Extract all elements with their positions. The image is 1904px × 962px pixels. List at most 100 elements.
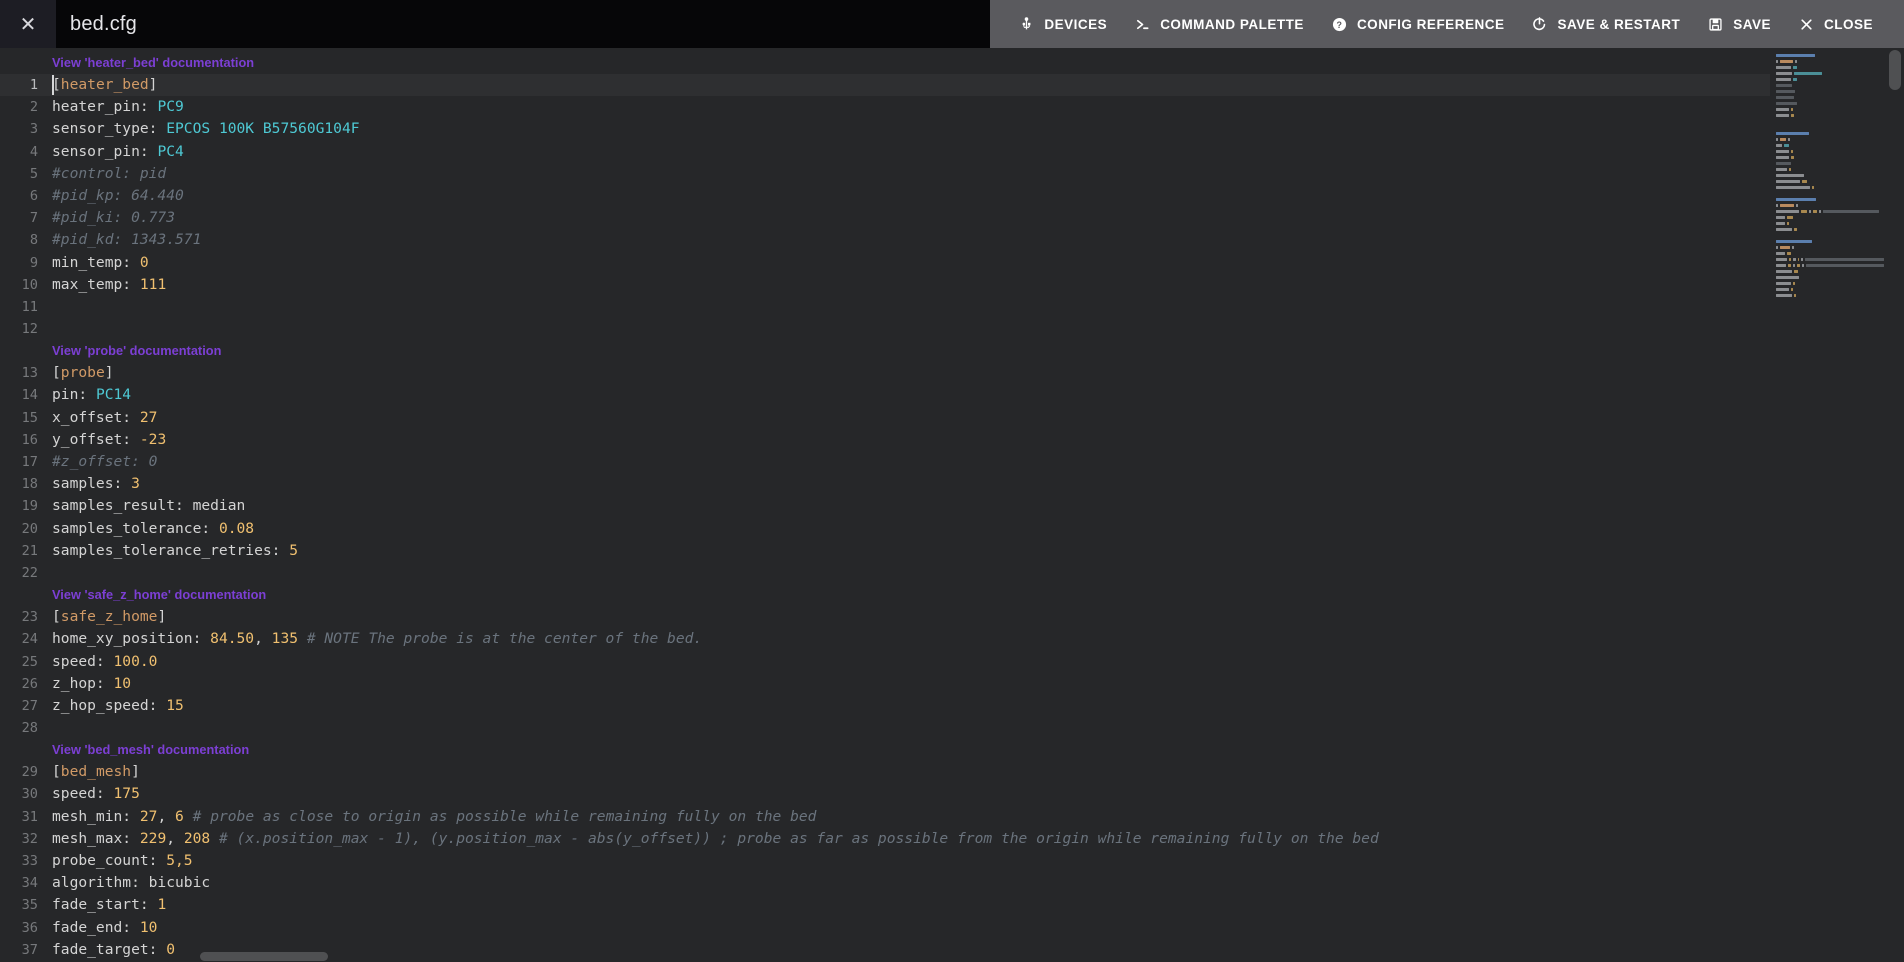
code-line-content[interactable]: mesh_min: 27, 6 # probe as close to orig… <box>52 806 1770 828</box>
code-line[interactable]: 12 <box>0 318 1770 340</box>
code-line[interactable]: 2 heater_pin: PC9 <box>0 96 1770 118</box>
code-line-content[interactable]: home_xy_position: 84.50, 135 # NOTE The … <box>52 628 1770 650</box>
toolbar-button-config-reference[interactable]: ? CONFIG REFERENCE <box>1317 0 1518 48</box>
code-line-content[interactable]: #pid_kd: 1343.571 <box>52 229 1770 251</box>
toolbar-button-save-restart[interactable]: SAVE & RESTART <box>1517 0 1693 48</box>
code-line-content[interactable]: samples_tolerance: 0.08 <box>52 518 1770 540</box>
token-plain: samples_result: median <box>52 497 246 515</box>
code-line[interactable]: 36 fade_end: 10 <box>0 917 1770 939</box>
minimap-block <box>1789 257 1792 261</box>
code-line[interactable]: 9 min_temp: 0 <box>0 252 1770 274</box>
code-line[interactable]: 3 sensor_type: EPCOS 100K B57560G104F <box>0 118 1770 140</box>
token-plain: , <box>254 630 272 648</box>
vertical-scrollbar-thumb[interactable] <box>1889 50 1901 90</box>
code-line-content[interactable]: samples_tolerance_retries: 5 <box>52 540 1770 562</box>
code-line-content[interactable]: algorithm: bicubic <box>52 872 1770 894</box>
code-line[interactable]: 6 #pid_kp: 64.440 <box>0 185 1770 207</box>
code-line[interactable]: 7 #pid_ki: 0.773 <box>0 207 1770 229</box>
horizontal-scrollbar[interactable] <box>0 950 1886 962</box>
code-line-content[interactable]: min_temp: 0 <box>52 252 1770 274</box>
code-line[interactable]: 22 <box>0 562 1770 584</box>
line-number: 16 <box>21 431 38 448</box>
toolbar-button-save[interactable]: SAVE <box>1693 0 1784 48</box>
code-line-content[interactable]: pin: PC14 <box>52 384 1770 406</box>
code-line[interactable]: 23 [safe_z_home] <box>0 606 1770 628</box>
code-line-content[interactable]: z_hop_speed: 15 <box>52 695 1770 717</box>
code-line[interactable]: 14 pin: PC14 <box>0 384 1770 406</box>
codelens-documentation-link[interactable]: View 'safe_z_home' documentation <box>52 584 266 606</box>
code-line-content[interactable]: fade_start: 1 <box>52 894 1770 916</box>
code-line-content[interactable]: #z_offset: 0 <box>52 451 1770 473</box>
code-line[interactable]: 24 home_xy_position: 84.50, 135 # NOTE Th… <box>0 628 1770 650</box>
code-line[interactable]: 30 speed: 175 <box>0 783 1770 805</box>
code-line[interactable]: 34 algorithm: bicubic <box>0 872 1770 894</box>
code-line-content[interactable]: sensor_type: EPCOS 100K B57560G104F <box>52 118 1770 140</box>
minimap-block <box>1794 269 1798 273</box>
code-line-content[interactable] <box>52 296 1770 318</box>
code-line[interactable]: 26 z_hop: 10 <box>0 673 1770 695</box>
code-line[interactable]: 33 probe_count: 5,5 <box>0 850 1770 872</box>
horizontal-scrollbar-thumb[interactable] <box>200 952 328 961</box>
line-number: 11 <box>21 298 38 315</box>
close-editor-button[interactable]: ✕ <box>0 0 56 48</box>
code-line[interactable]: 11 <box>0 296 1770 318</box>
vertical-scrollbar[interactable] <box>1886 48 1904 962</box>
token-section: probe <box>60 364 105 382</box>
code-line-content[interactable]: y_offset: -23 <box>52 429 1770 451</box>
codelens-documentation-link[interactable]: View 'heater_bed' documentation <box>52 52 254 74</box>
code-line-content[interactable]: max_temp: 111 <box>52 274 1770 296</box>
codelens-documentation-link[interactable]: View 'bed_mesh' documentation <box>52 739 249 761</box>
code-line[interactable]: 5 #control: pid <box>0 163 1770 185</box>
code-line[interactable]: 15 x_offset: 27 <box>0 407 1770 429</box>
code-line[interactable]: 17 #z_offset: 0 <box>0 451 1770 473</box>
code-line-content[interactable]: [bed_mesh] <box>52 761 1770 783</box>
code-line-content[interactable]: #pid_ki: 0.773 <box>52 207 1770 229</box>
code-line-content[interactable]: speed: 175 <box>52 783 1770 805</box>
code-line-content[interactable]: speed: 100.0 <box>52 651 1770 673</box>
token-plain: x_offset: <box>52 408 140 426</box>
code-line-content[interactable]: mesh_max: 229, 208 # (x.position_max - 1… <box>52 828 1770 850</box>
code-line-content[interactable]: sensor_pin: PC4 <box>52 141 1770 163</box>
editor-minimap[interactable] <box>1770 48 1886 962</box>
code-line[interactable]: 10 max_temp: 111 <box>0 274 1770 296</box>
toolbar-button-devices[interactable]: DEVICES <box>1004 0 1120 48</box>
code-line[interactable]: 35 fade_start: 1 <box>0 894 1770 916</box>
code-line-content[interactable]: fade_end: 10 <box>52 917 1770 939</box>
code-line[interactable]: 16 y_offset: -23 <box>0 429 1770 451</box>
code-line[interactable]: 25 speed: 100.0 <box>0 651 1770 673</box>
codelens-documentation-link[interactable]: View 'probe' documentation <box>52 340 221 362</box>
code-line-content[interactable]: x_offset: 27 <box>52 407 1770 429</box>
code-line[interactable]: 19 samples_result: median <box>0 495 1770 517</box>
minimap-block <box>1789 167 1792 171</box>
toolbar-button-close[interactable]: CLOSE <box>1784 0 1886 48</box>
code-line-content[interactable]: #pid_kp: 64.440 <box>52 185 1770 207</box>
code-line-content[interactable] <box>52 318 1770 340</box>
code-line-content[interactable]: heater_pin: PC9 <box>52 96 1770 118</box>
code-line[interactable]: 32 mesh_max: 229, 208 # (x.position_max -… <box>0 828 1770 850</box>
code-line-content[interactable]: probe_count: 5,5 <box>52 850 1770 872</box>
code-line[interactable]: 21 samples_tolerance_retries: 5 <box>0 540 1770 562</box>
code-line-content[interactable] <box>52 562 1770 584</box>
code-line-content[interactable]: #control: pid <box>52 163 1770 185</box>
code-line-content[interactable]: [safe_z_home] <box>52 606 1770 628</box>
code-editor[interactable]: View 'heater_bed' documentation 1 [heater_… <box>0 48 1904 962</box>
code-line[interactable]: 31 mesh_min: 27, 6 # probe as close to or… <box>0 806 1770 828</box>
code-lines-container[interactable]: View 'heater_bed' documentation 1 [heater_… <box>0 48 1770 962</box>
code-line[interactable]: 29 [bed_mesh] <box>0 761 1770 783</box>
code-line-content[interactable]: z_hop: 10 <box>52 673 1770 695</box>
code-line[interactable]: 20 samples_tolerance: 0.08 <box>0 518 1770 540</box>
code-line-content[interactable] <box>52 717 1770 739</box>
toolbar-button-command-palette[interactable]: COMMAND PALETTE <box>1120 0 1317 48</box>
code-line[interactable]: 28 <box>0 717 1770 739</box>
code-line[interactable]: 1 [heater_bed] <box>0 74 1770 97</box>
code-line[interactable]: 27 z_hop_speed: 15 <box>0 695 1770 717</box>
code-line-content[interactable]: [probe] <box>52 362 1770 384</box>
code-line[interactable]: 4 sensor_pin: PC4 <box>0 141 1770 163</box>
code-line-content[interactable]: samples_result: median <box>52 495 1770 517</box>
code-line[interactable]: 8 #pid_kd: 1343.571 <box>0 229 1770 251</box>
code-line[interactable]: 13 [probe] <box>0 362 1770 384</box>
code-line-content[interactable]: samples: 3 <box>52 473 1770 495</box>
toolbar-button-label: CLOSE <box>1823 16 1873 32</box>
code-line[interactable]: 18 samples: 3 <box>0 473 1770 495</box>
code-line-content[interactable]: [heater_bed] <box>52 74 1770 96</box>
